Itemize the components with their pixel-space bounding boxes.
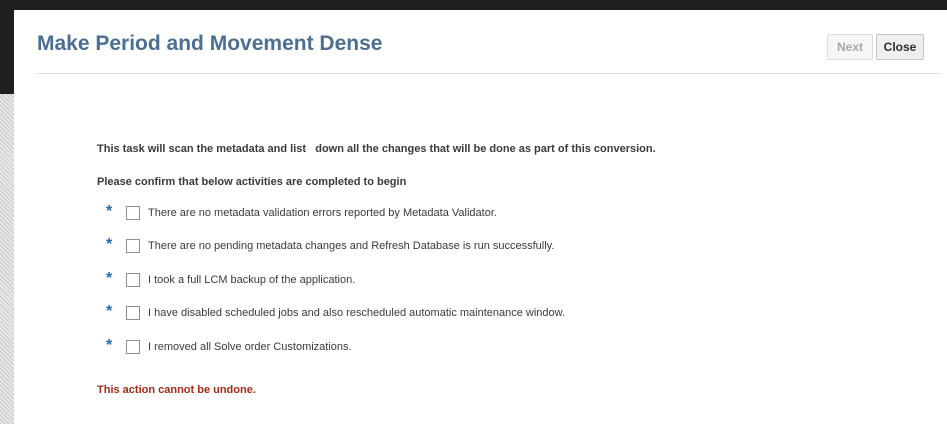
confirm-text: Please confirm that below activities are… <box>97 176 407 188</box>
requirement-row: * I removed all Solve order Customizatio… <box>106 337 806 360</box>
requirement-checkbox[interactable] <box>126 306 140 320</box>
requirement-label: I removed all Solve order Customizations… <box>148 341 352 353</box>
requirement-row: * There are no metadata validation error… <box>106 203 806 226</box>
required-marker: * <box>106 270 113 287</box>
requirement-checkbox[interactable] <box>126 206 140 220</box>
intro-text: This task will scan the metadata and lis… <box>97 143 656 155</box>
requirement-row: * I have disabled scheduled jobs and als… <box>106 303 806 326</box>
requirement-label: I took a full LCM backup of the applicat… <box>148 274 356 286</box>
requirement-label: There are no metadata validation errors … <box>148 207 497 219</box>
requirement-checkbox[interactable] <box>126 273 140 287</box>
required-marker: * <box>106 203 113 220</box>
background-left-edge-dark <box>0 10 14 94</box>
close-button[interactable]: Close <box>876 34 924 60</box>
make-dense-dialog: Make Period and Movement Dense Next Clos… <box>14 10 947 424</box>
required-marker: * <box>106 337 113 354</box>
required-marker: * <box>106 303 113 320</box>
requirement-row: * There are no pending metadata changes … <box>106 236 806 259</box>
requirement-label: I have disabled scheduled jobs and also … <box>148 307 566 319</box>
requirement-label: There are no pending metadata changes an… <box>148 240 555 252</box>
header-divider <box>37 73 941 74</box>
warning-text: This action cannot be undone. <box>97 384 256 396</box>
required-marker: * <box>106 236 113 253</box>
requirement-checkbox[interactable] <box>126 239 140 253</box>
dialog-title: Make Period and Movement Dense <box>37 32 383 55</box>
requirement-row: * I took a full LCM backup of the applic… <box>106 270 806 293</box>
background-top-strip <box>0 0 947 10</box>
requirement-checkbox[interactable] <box>126 340 140 354</box>
next-button[interactable]: Next <box>827 34 873 60</box>
